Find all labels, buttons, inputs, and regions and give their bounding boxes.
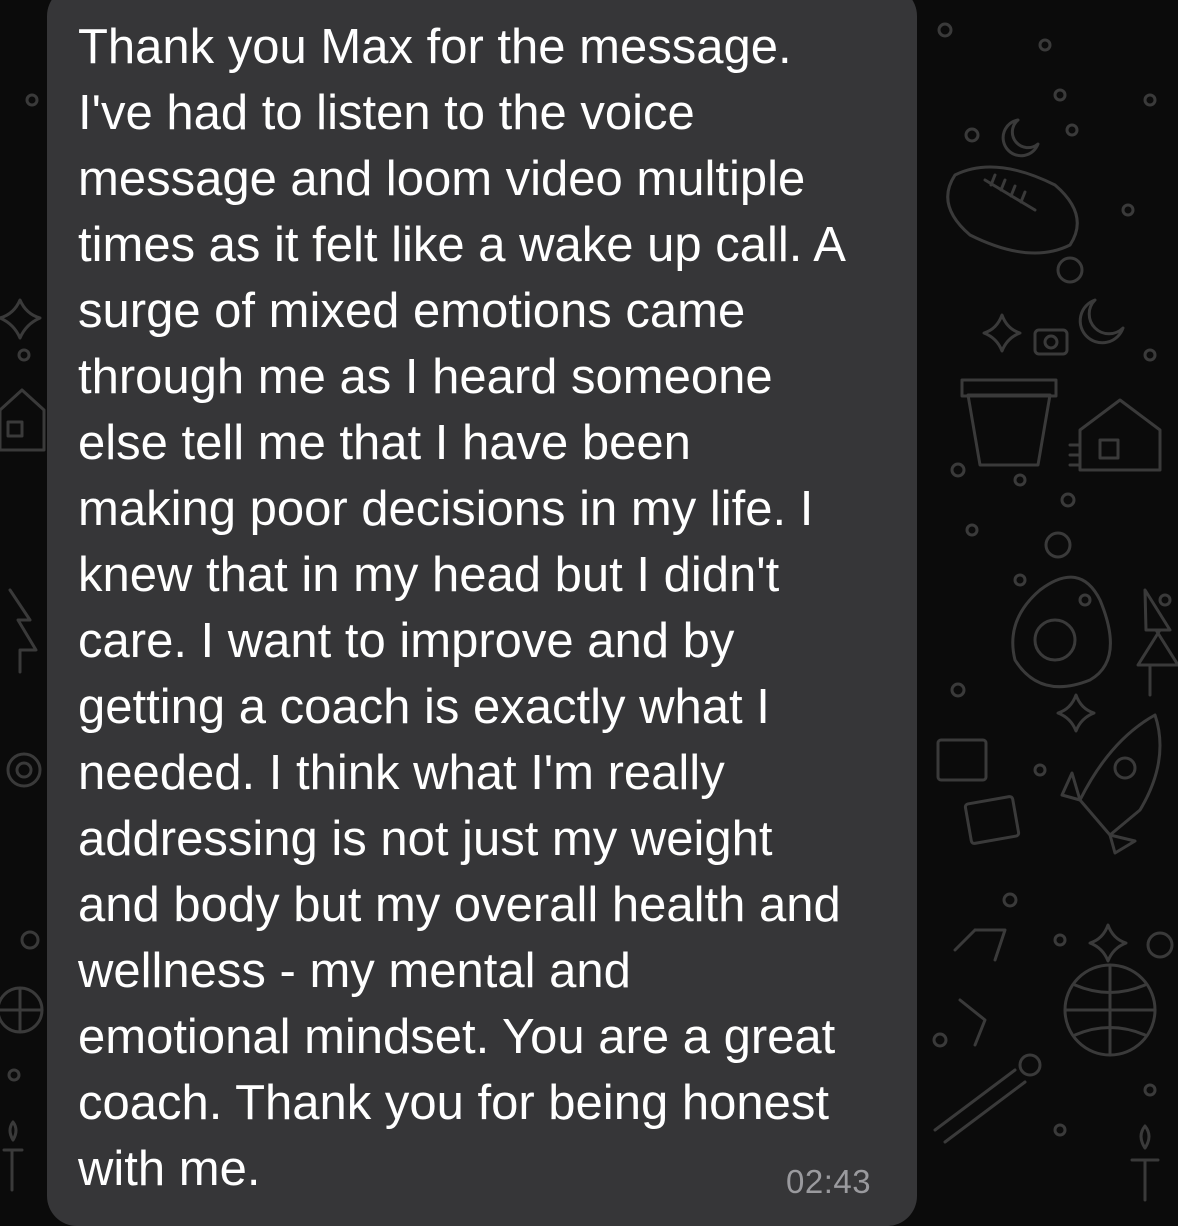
tree-icon [953,928,1007,1047]
avocado-icon [1011,575,1112,689]
football-icon [946,165,1079,255]
circle-icon [7,93,40,1082]
flower-pot-icon [960,378,1058,467]
sparkle-icon [0,298,42,340]
message-text: Thank you Max for the message. I've had … [78,20,846,1196]
house-icon [1068,398,1162,472]
camera-icon [936,738,1021,845]
message-timestamp: 02:43 [786,1163,872,1200]
candle-icon [2,1120,24,1192]
globe-icon [0,986,44,1034]
tree-icon [1136,588,1178,697]
globe-icon [1063,963,1157,1057]
circle-icon [6,752,42,788]
rocket-icon [1060,713,1162,855]
candle-icon [1130,1124,1160,1202]
camera-icon [1033,328,1069,356]
house-icon [0,388,46,452]
tree-icon [8,588,38,674]
moon-icon [1001,118,1125,345]
circle-icon [932,22,1174,1137]
